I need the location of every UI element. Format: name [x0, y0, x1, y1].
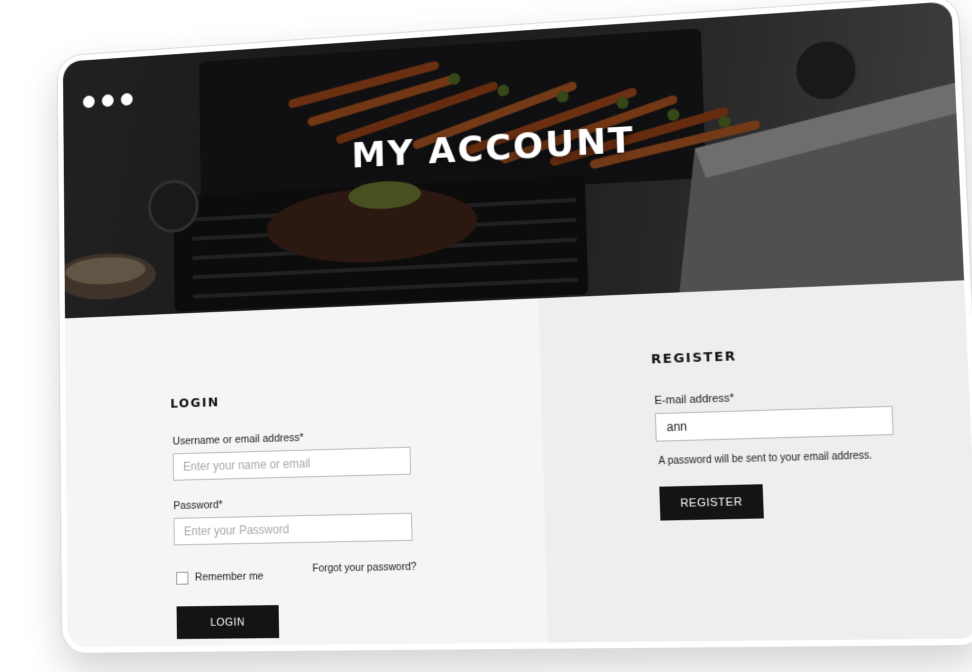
register-email-label: E-mail address*	[654, 392, 735, 408]
forgot-password-link[interactable]: Forgot your password?	[312, 561, 416, 575]
browser-window: MY ACCOUNT LOGIN Username or email addre…	[57, 0, 972, 653]
login-button[interactable]: LOGIN	[176, 605, 280, 640]
remember-label: Remember me	[194, 570, 264, 584]
remember-checkbox[interactable]	[176, 571, 189, 585]
register-email-input[interactable]	[654, 405, 894, 442]
register-title: REGISTER	[650, 349, 737, 368]
window-dot-close[interactable]	[82, 95, 95, 109]
password-label: Password*	[173, 499, 223, 513]
register-note: A password will be sent to your email ad…	[658, 450, 873, 468]
register-panel: REGISTER E-mail address* A password will…	[538, 280, 972, 643]
password-input[interactable]	[173, 512, 413, 546]
window-dot-minimize[interactable]	[101, 94, 114, 108]
login-title: LOGIN	[170, 395, 220, 412]
login-panel: LOGIN Username or email address* Passwor…	[64, 298, 549, 648]
register-button[interactable]: REGISTER	[659, 484, 764, 521]
window-dot-maximize[interactable]	[120, 92, 133, 106]
hero-banner: MY ACCOUNT	[62, 1, 965, 319]
username-input[interactable]	[172, 446, 412, 481]
username-label: Username or email address*	[172, 431, 304, 448]
stage: MY ACCOUNT LOGIN Username or email addre…	[0, 0, 972, 672]
